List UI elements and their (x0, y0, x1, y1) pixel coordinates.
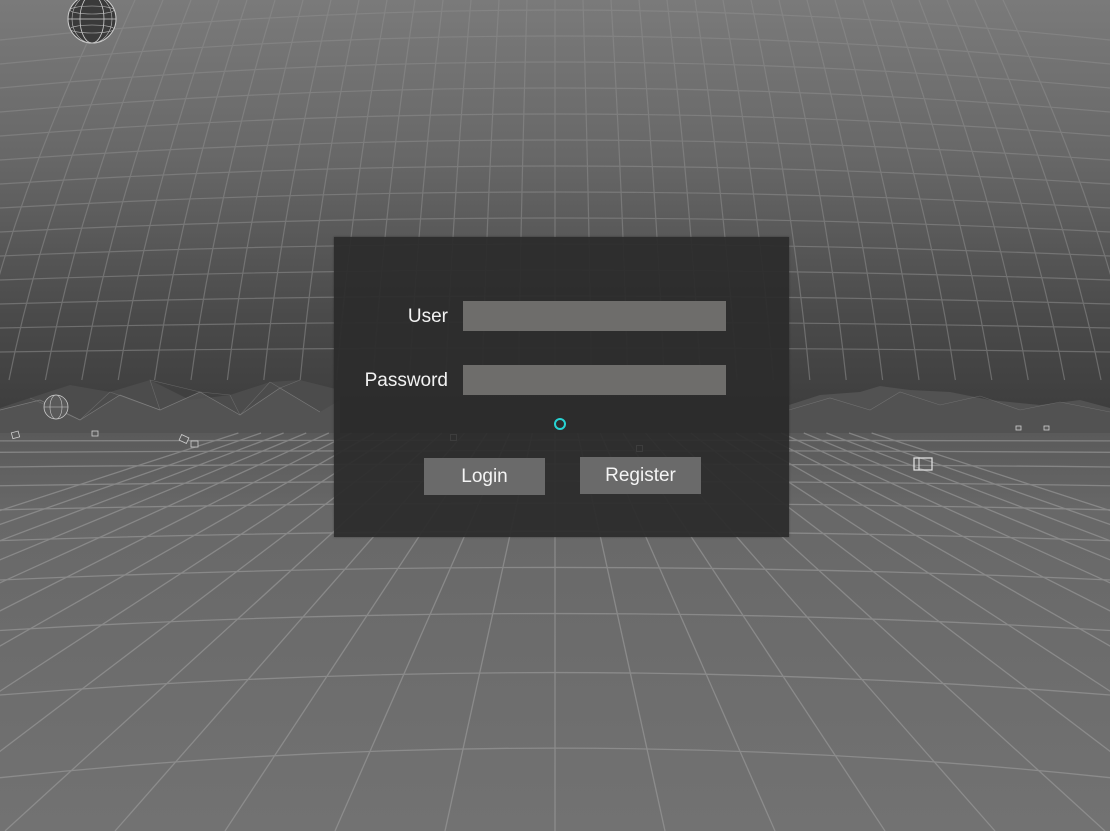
vr-scene: User Password Login Register (0, 0, 1110, 831)
marker-dot (636, 445, 643, 452)
gaze-reticle-icon (554, 418, 566, 430)
password-input[interactable] (463, 365, 726, 395)
small-sphere-icon (43, 394, 69, 420)
login-panel: User Password Login Register (334, 237, 789, 537)
marker-dot (450, 434, 457, 441)
login-button[interactable]: Login (424, 458, 545, 495)
user-input[interactable] (463, 301, 726, 331)
user-label: User (407, 306, 448, 327)
wireframe-sphere-icon (67, 0, 117, 44)
register-button[interactable]: Register (580, 457, 701, 494)
password-label: Password (364, 370, 448, 391)
